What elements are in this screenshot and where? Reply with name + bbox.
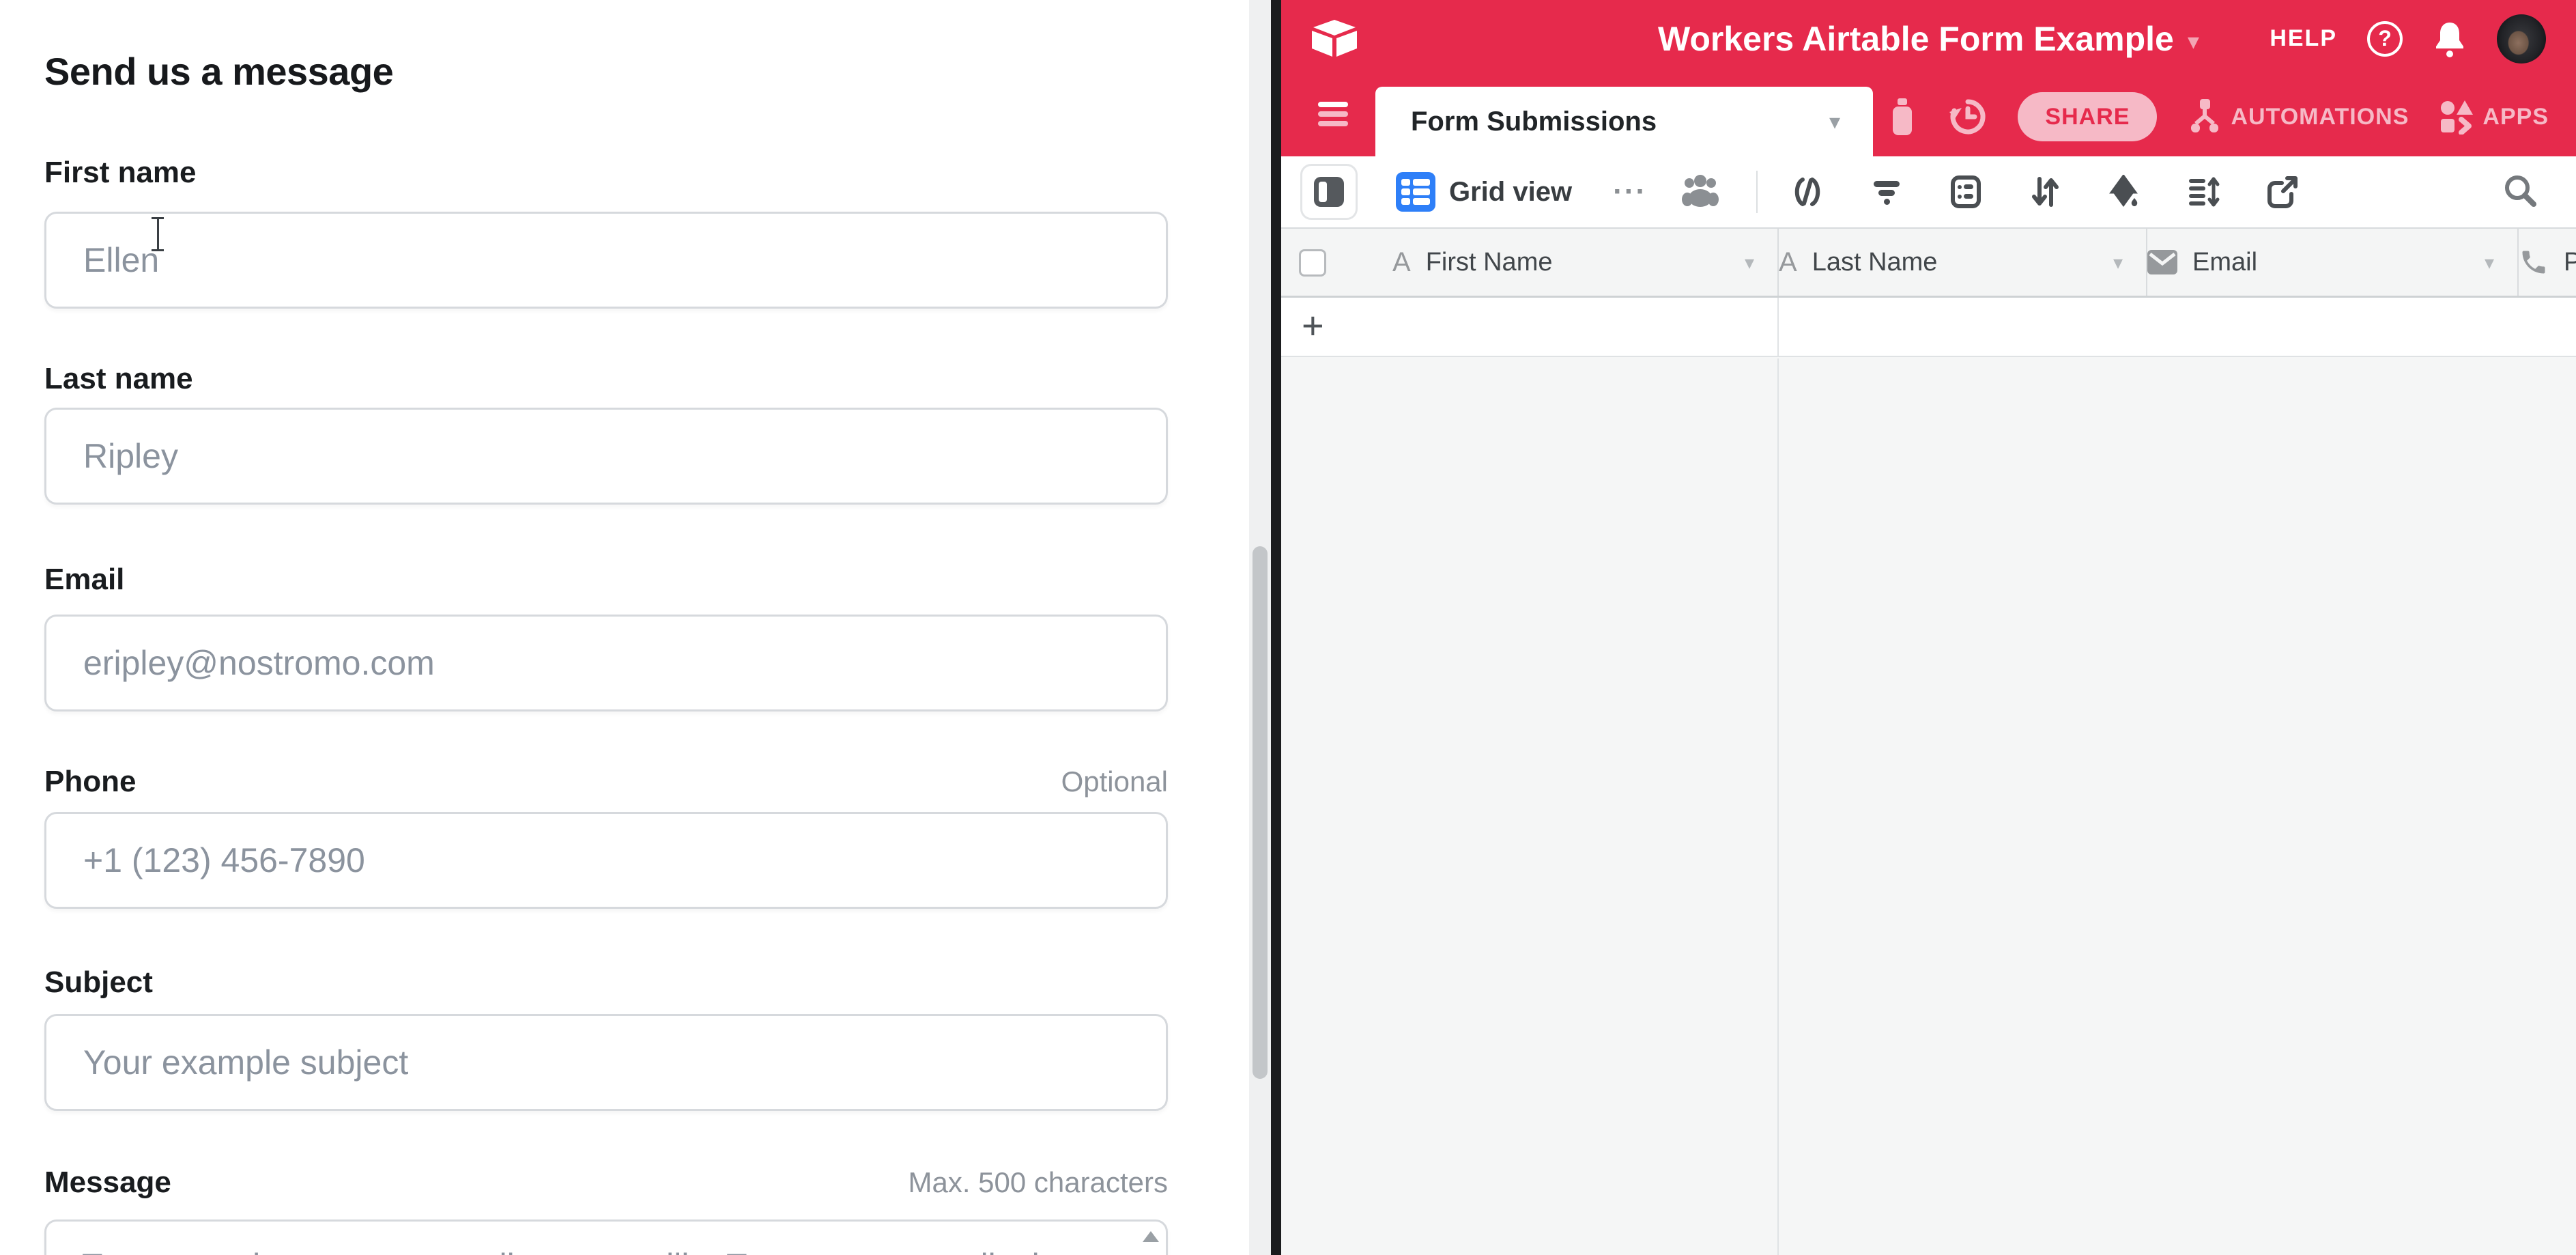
group-icon[interactable] — [1949, 175, 1983, 209]
views-sidebar-toggle-button[interactable] — [1300, 164, 1358, 220]
left-pane-scrollbar[interactable] — [1249, 0, 1271, 1255]
message-textarea-wrap — [44, 1219, 1168, 1255]
table-tab-caret-icon: ▾ — [1829, 109, 1840, 135]
help-question-icon[interactable]: ? — [2367, 21, 2403, 57]
message-scrollbar[interactable] — [1141, 1226, 1160, 1255]
automations-label: AUTOMATIONS — [2231, 104, 2409, 130]
airtable-logo-icon[interactable] — [1310, 18, 1359, 59]
automations-button[interactable]: AUTOMATIONS — [2187, 98, 2409, 136]
sort-icon[interactable] — [2028, 175, 2062, 209]
phone-input[interactable] — [44, 812, 1168, 909]
add-record-row[interactable]: + — [1281, 298, 2576, 357]
text-field-type-icon: A — [1779, 247, 1797, 278]
column-header-last-name[interactable]: A Last Name ▾ — [1777, 229, 2146, 296]
share-view-icon[interactable] — [2265, 175, 2300, 209]
apps-icon — [2439, 99, 2474, 135]
first-name-label: First name — [44, 156, 197, 190]
hide-fields-icon[interactable] — [1790, 175, 1824, 209]
apps-label: APPS — [2482, 104, 2549, 130]
share-button-label: SHARE — [2045, 104, 2130, 130]
add-record-plus-icon: + — [1302, 303, 1324, 348]
help-button[interactable]: HELP — [2270, 25, 2337, 52]
last-name-input[interactable] — [44, 408, 1168, 505]
view-toolbar: Grid view ··· — [1281, 156, 2576, 229]
form-title: Send us a message — [44, 49, 393, 94]
share-button[interactable]: SHARE — [2018, 92, 2157, 141]
grid-empty-canvas — [1281, 358, 2576, 1255]
email-field-type-icon — [2147, 250, 2177, 274]
table-tab-label: Form Submissions — [1411, 107, 1657, 137]
column-caret-icon: ▾ — [2113, 251, 2123, 274]
base-title-menu[interactable]: Workers Airtable Form Example ▾ — [1658, 19, 2199, 59]
view-options-ellipsis-icon[interactable]: ··· — [1613, 175, 1647, 209]
subject-label: Subject — [44, 965, 153, 1000]
row-height-icon[interactable] — [2186, 175, 2220, 209]
tab-form-submissions[interactable]: Form Submissions ▾ — [1375, 87, 1873, 156]
airtable-topbar: Workers Airtable Form Example ▾ HELP ? — [1281, 0, 2576, 77]
toolbar-divider — [1756, 171, 1758, 213]
filter-icon[interactable] — [1870, 175, 1904, 209]
grid-header-row: A First Name ▾ A Last Name ▾ Email ▾ — [1281, 229, 2576, 298]
column-header-first-name[interactable]: A First Name ▾ — [1392, 229, 1777, 296]
grid-view-icon — [1396, 172, 1435, 212]
trash-icon[interactable] — [1887, 97, 1918, 137]
column-caret-icon: ▾ — [1745, 251, 1754, 274]
apps-button[interactable]: APPS — [2439, 99, 2549, 135]
field-email: Email — [44, 563, 1168, 597]
select-all-checkbox[interactable] — [1299, 249, 1326, 277]
base-title-caret-icon: ▾ — [2188, 23, 2199, 55]
field-subject: Subject — [44, 965, 1168, 1000]
message-textarea[interactable] — [46, 1222, 1139, 1255]
column-caret-icon: ▾ — [2485, 251, 2494, 274]
view-switcher[interactable]: Grid view — [1396, 172, 1572, 212]
text-cursor-icon — [152, 217, 164, 251]
subject-input[interactable] — [44, 1014, 1168, 1111]
airtable-pane: Workers Airtable Form Example ▾ HELP ? F… — [1281, 0, 2576, 1255]
first-name-input[interactable] — [44, 212, 1168, 309]
field-first-name: First name — [44, 156, 1168, 190]
scroll-up-icon[interactable] — [1143, 1231, 1159, 1242]
phone-label: Phone — [44, 765, 136, 799]
base-title: Workers Airtable Form Example — [1658, 19, 2174, 59]
phone-optional-annotation: Optional — [1061, 765, 1168, 798]
sidebar-toggle-icon — [1314, 177, 1344, 207]
tables-menu-icon[interactable] — [1318, 102, 1348, 130]
view-name: Grid view — [1449, 177, 1572, 208]
user-avatar[interactable] — [2497, 14, 2546, 64]
message-label: Message — [44, 1166, 171, 1200]
column-header-email[interactable]: Email ▾ — [2146, 229, 2517, 296]
email-input[interactable] — [44, 615, 1168, 711]
screen: Send us a message First name Last name E… — [0, 0, 2576, 1255]
message-maxchars-annotation: Max. 500 characters — [908, 1166, 1168, 1199]
primary-column-divider — [1777, 298, 1779, 356]
field-last-name: Last name — [44, 362, 1168, 396]
window-divider — [1271, 0, 1281, 1255]
airtable-tabbar: Form Submissions ▾ SHARE — [1281, 77, 2576, 156]
phone-field-type-icon — [2519, 247, 2549, 277]
column-header-phone[interactable]: Phone — [2517, 229, 2576, 296]
search-icon[interactable] — [2502, 173, 2538, 212]
email-label: Email — [44, 563, 124, 597]
field-phone: Phone Optional — [44, 765, 1168, 799]
left-pane-scrollbar-thumb[interactable] — [1253, 546, 1268, 1079]
history-icon[interactable] — [1948, 97, 1988, 137]
primary-column-divider — [1777, 358, 1779, 1255]
color-icon[interactable] — [2107, 175, 2141, 209]
field-message: Message Max. 500 characters — [44, 1166, 1168, 1200]
notifications-bell-icon[interactable] — [2433, 20, 2467, 58]
collaborators-icon[interactable] — [1681, 173, 1719, 211]
automations-icon — [2187, 98, 2222, 136]
contact-form-pane: Send us a message First name Last name E… — [0, 0, 1249, 1255]
last-name-label: Last name — [44, 362, 193, 396]
text-field-type-icon: A — [1392, 247, 1411, 278]
